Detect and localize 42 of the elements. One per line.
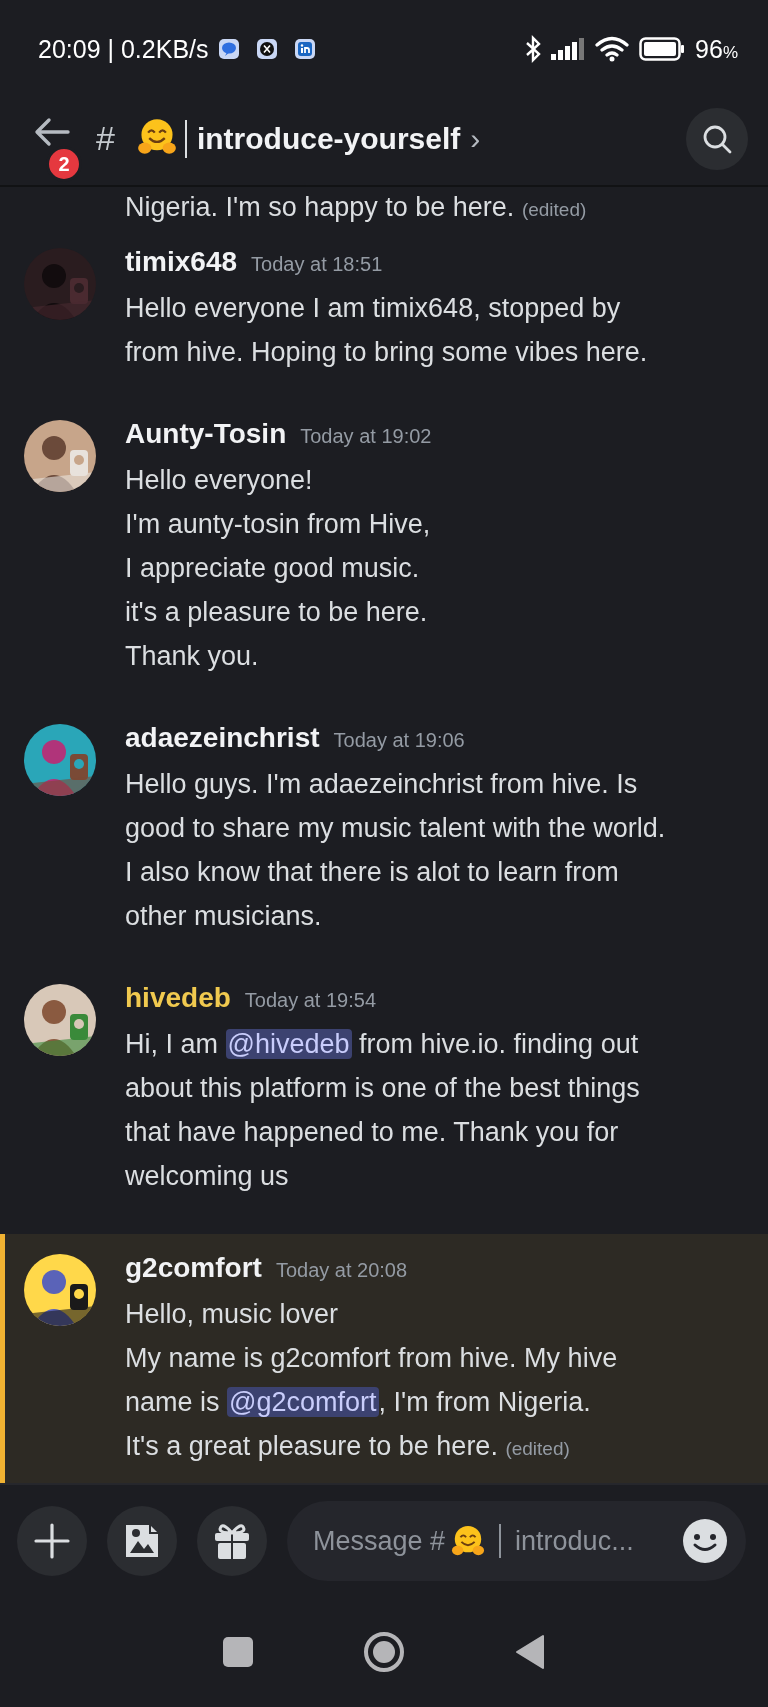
message-text: Hi, I am @hivedeb from hive.io. finding out about this platform is one of the best things that have happened to me. Thank you for welcoming us: [125, 1028, 640, 1193]
status-time: 20:09 | 0.2KB/s: [38, 34, 209, 64]
hugging-face-icon: [451, 1524, 486, 1558]
hugging-face-icon: [136, 116, 177, 157]
message-time: Today at 20:08: [275, 1259, 408, 1282]
message-time: Today at 19:54: [244, 989, 377, 1012]
author-name[interactable]: timix648: [125, 246, 238, 278]
back-nav-button[interactable]: [515, 1634, 545, 1670]
message-time: Today at 18:51: [251, 253, 383, 276]
signal-icon: [551, 38, 586, 60]
gift-icon: [212, 1521, 252, 1561]
message-text: Hello everyone! I'm aunty-tosin from Hive, I appreciate good music. it's a pleasure to be here. Thank you.: [125, 464, 432, 673]
network-notification-icon: [294, 39, 315, 59]
search-icon: [702, 123, 732, 154]
battery-percent: 96%: [695, 34, 738, 64]
author-name[interactable]: hivedeb: [125, 982, 231, 1014]
mention-link[interactable]: @g2comfort: [227, 1387, 379, 1417]
message-text: Hello everyone I am timix648, stopped by from hive. Hoping to bring some vibes here.: [125, 292, 648, 369]
wifi-icon: [595, 36, 630, 62]
chat-notification-icon: [218, 39, 239, 59]
bluetooth-icon: [525, 35, 542, 63]
author-name[interactable]: Aunty-Tosin: [125, 418, 287, 450]
back-arrow-icon: [34, 116, 70, 147]
message-text: Hello guys. I'm adaezeinchrist from hive. Is good to share my music talent with the world. I also know that there is alot to learn from other musicians.: [125, 768, 666, 933]
message-time: Today at 19:06: [333, 729, 465, 752]
mention-link[interactable]: @hivedeb: [225, 1029, 352, 1059]
message-text: Hello, music lover My name is g2comfort from hive. My hive name is @g2comfort, I'm from Nigeria. It's a great pleasure to be here. (edited): [125, 1298, 618, 1463]
x-notification-icon: [256, 39, 277, 59]
message-time: Today at 19:02: [300, 425, 432, 448]
message-input[interactable]: Message # introduc...: [287, 1501, 746, 1581]
message-text: Nigeria. I'm so happy to be here. (edited): [124, 191, 588, 224]
author-name[interactable]: adaezeinchrist: [125, 722, 320, 754]
channel-hash: #: [96, 119, 115, 158]
plus-icon: [34, 1523, 70, 1559]
chevron-icon[interactable]: ›: [470, 121, 481, 156]
author-name[interactable]: g2comfort: [125, 1252, 262, 1284]
home-button[interactable]: [363, 1631, 405, 1673]
notification-badge: 2: [46, 146, 82, 182]
channel-title[interactable]: introduce-yourself: [196, 121, 461, 156]
smiley-icon[interactable]: [682, 1518, 728, 1564]
battery-icon: [639, 37, 686, 61]
recents-button[interactable]: [223, 1637, 253, 1667]
